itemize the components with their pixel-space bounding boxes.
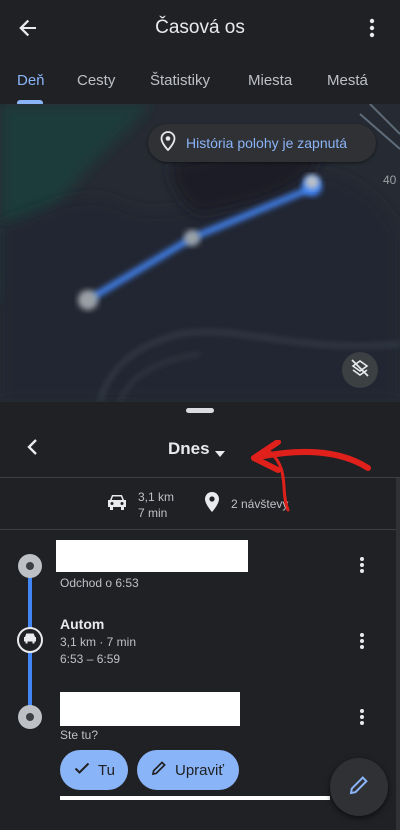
stop1-subtitle: Odchod o 6:53 — [60, 576, 139, 590]
segment-title: Autom — [60, 616, 105, 632]
day-selector[interactable]: Dnes — [168, 439, 210, 459]
location-pin-icon — [160, 130, 176, 156]
map-edge-label: 40 — [383, 173, 397, 187]
more-vert-icon[interactable] — [352, 707, 372, 727]
arrow-drop-down-icon[interactable] — [214, 445, 226, 463]
layers-off-icon — [350, 358, 370, 383]
segment-details: 3,1 km · 7 min — [60, 635, 137, 649]
sheet-drag-handle[interactable] — [186, 408, 214, 413]
tab-trips[interactable]: Cesty — [77, 72, 115, 89]
redacted-bar — [60, 796, 330, 800]
check-icon — [74, 761, 90, 779]
confirm-visit-button[interactable]: Tu — [60, 750, 128, 790]
pencil-icon — [151, 760, 167, 780]
redacted-place-name — [56, 540, 248, 572]
tab-places[interactable]: Miesta — [248, 72, 292, 89]
segment-time-range: 6:53 – 6:59 — [60, 652, 121, 666]
annotation-arrow — [251, 440, 371, 512]
page-title: Časová os — [155, 17, 245, 38]
app-bar: Časová os — [0, 0, 400, 56]
location-history-chip[interactable]: História polohy je zapnutá — [148, 124, 376, 162]
chevron-left-icon[interactable] — [20, 434, 46, 460]
location-history-label: História polohy je zapnutá — [186, 135, 348, 151]
summary-distance: 3,1 km — [138, 490, 175, 504]
confirm-visit-label: Tu — [98, 761, 115, 779]
timeline-drive-node — [17, 627, 43, 653]
edit-visit-button[interactable]: Upraviť — [137, 750, 239, 790]
tab-statistics[interactable]: Štatistiky — [150, 72, 210, 89]
redacted-place-name — [60, 692, 240, 726]
stop2-subtitle: Ste tu? — [60, 728, 99, 742]
timeline-stop-node — [18, 554, 42, 578]
scrollbar[interactable] — [396, 478, 400, 830]
edit-visit-label: Upraviť — [175, 761, 224, 779]
tab-bar: Deň Cesty Štatistiky Miesta Mestá — [0, 56, 400, 104]
timeline-stop-node — [18, 705, 42, 729]
edit-fab[interactable] — [330, 758, 388, 816]
tab-cities[interactable]: Mestá — [327, 72, 368, 89]
car-icon — [106, 492, 128, 517]
summary-distance-duration: 3,1 km 7 min — [138, 489, 174, 521]
place-pin-icon — [204, 491, 220, 518]
pencil-icon — [348, 774, 370, 801]
more-vert-icon[interactable] — [352, 555, 372, 575]
more-vert-icon[interactable] — [358, 14, 386, 42]
summary-duration: 7 min — [138, 506, 168, 520]
tab-day[interactable]: Deň — [17, 72, 45, 89]
layers-off-button[interactable] — [342, 352, 378, 388]
more-vert-icon[interactable] — [352, 631, 372, 651]
car-icon — [23, 631, 37, 649]
